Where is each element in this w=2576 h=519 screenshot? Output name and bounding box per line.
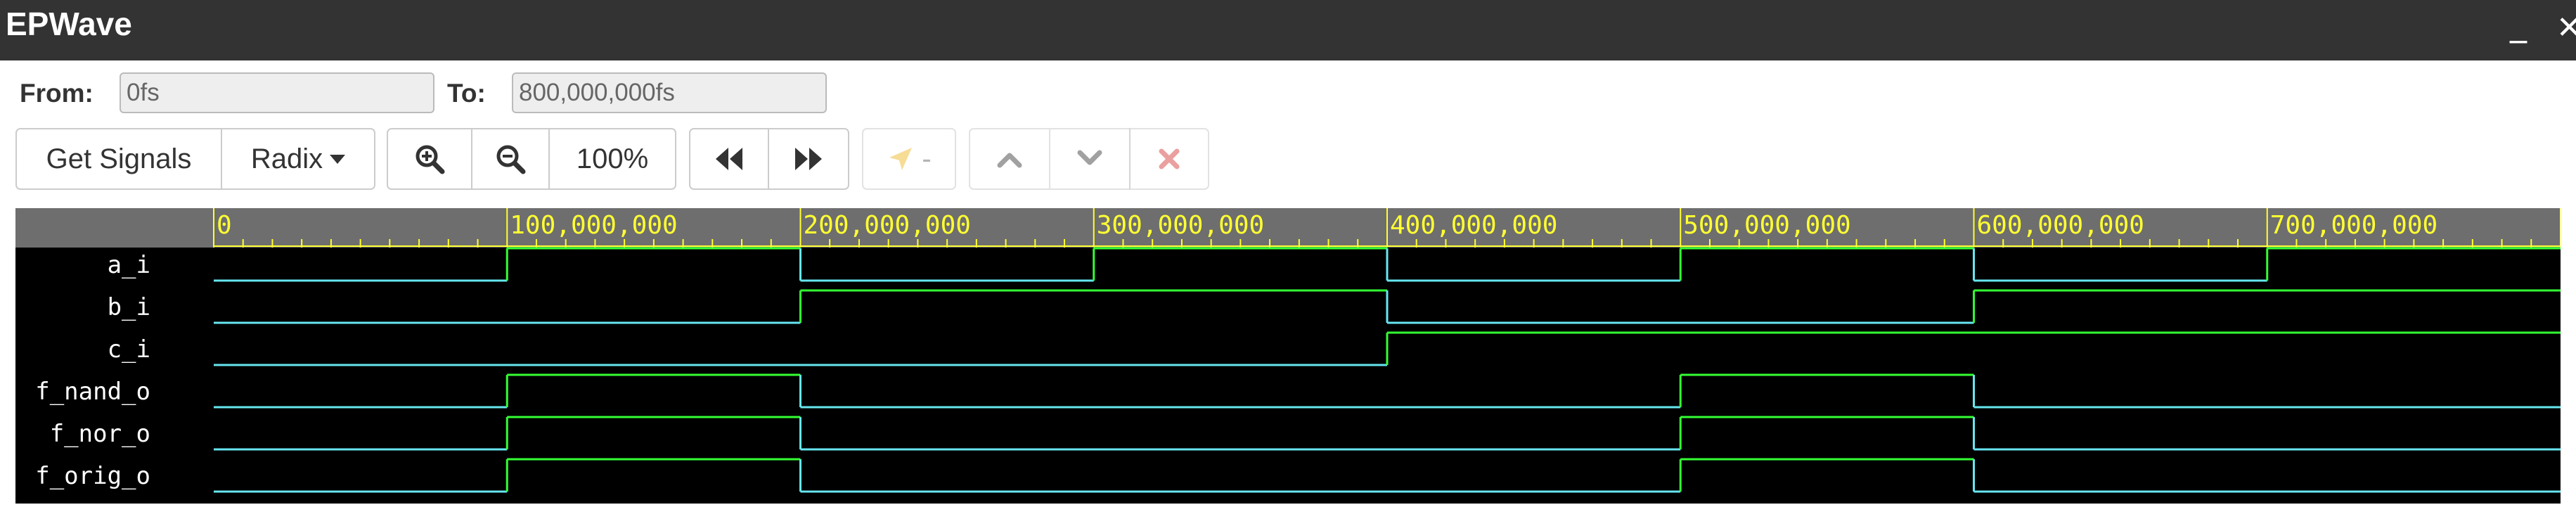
zoom-level-value: 100% [576,143,649,174]
zoom-in-icon [416,145,445,174]
signal-name[interactable]: f_nand_o [35,378,150,406]
from-label: From: [20,79,94,108]
fast-forward-button[interactable] [768,128,849,190]
ruler-tick-label: 200,000,000 [804,211,971,240]
zoom-in-button[interactable] [387,128,472,190]
wave-background [15,208,2561,504]
close-window-button[interactable]: ✕ [2556,7,2576,49]
ruler-tick-label: 100,000,000 [510,211,677,240]
get-signals-label: Get Signals [46,143,192,174]
waveform-canvas[interactable]: 0 100,000,000 200,000,000 300,000,000 400,00… [15,208,2561,504]
title-bar: EPWave _ ✕ [0,0,2576,60]
app-title: EPWave [6,6,132,42]
to-time-field[interactable] [512,72,827,113]
zoom-out-icon [496,145,526,174]
zoom-out-button[interactable] [472,128,550,190]
waveform-viewer[interactable]: 0 100,000,000 200,000,000 300,000,000 400,00… [15,208,2561,504]
cursor-value: - [922,143,932,174]
get-signals-button[interactable]: Get Signals [15,128,222,190]
delete-signal-button[interactable] [1129,128,1209,190]
from-time-field[interactable] [120,72,434,113]
signal-name[interactable]: f_nor_o [50,420,150,448]
radix-label: Radix [250,143,323,174]
move-down-button[interactable] [1050,128,1131,190]
ruler-tick-label: 300,000,000 [1097,211,1264,240]
to-label: To: [447,79,486,108]
rewind-button[interactable] [689,128,769,190]
signal-name[interactable]: b_i [108,293,150,321]
caret-down-icon [330,154,346,164]
ruler-tick-label: 400,000,000 [1390,211,1557,240]
ruler-tick-label: 500,000,000 [1683,211,1850,240]
signal-name[interactable]: f_orig_o [35,462,150,490]
signal-name[interactable]: c_i [108,335,150,364]
cursor-arrow-icon [889,148,913,170]
cursor-button[interactable]: - [862,128,956,190]
ruler-tick-label: 600,000,000 [1977,211,2144,240]
radix-dropdown[interactable]: Radix [221,128,375,190]
close-icon [1159,148,1180,169]
ruler-tick-label: 700,000,000 [2270,211,2437,240]
minimize-button[interactable]: _ [2510,3,2527,45]
signal-name[interactable]: a_i [108,251,150,279]
ruler-tick-label: 0 [217,211,232,240]
fast-forward-icon [795,148,822,170]
rewind-icon [716,148,742,170]
zoom-level-button[interactable]: 100% [548,128,676,190]
chevron-down-icon [1077,150,1102,165]
chevron-up-icon [997,153,1022,168]
move-up-button[interactable] [969,128,1050,190]
